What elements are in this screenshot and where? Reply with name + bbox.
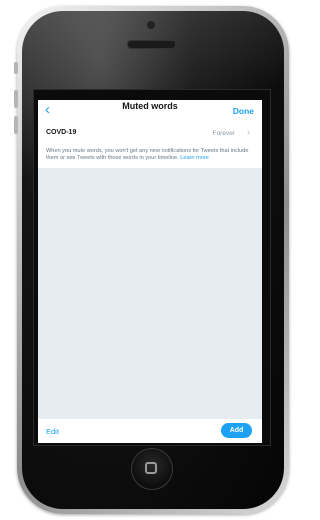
mute-switch	[14, 62, 18, 74]
navigation-bar: ‹ Muted words Done	[38, 100, 262, 122]
add-button[interactable]: Add	[221, 423, 252, 438]
app-screen: ‹ Muted words Done COVD-19 Forever › Whe…	[38, 100, 262, 443]
volume-down-button	[14, 116, 18, 134]
done-button[interactable]: Done	[233, 106, 254, 116]
front-camera	[146, 20, 156, 30]
chevron-right-icon: ›	[247, 127, 250, 137]
bottom-toolbar: Edit Add	[38, 419, 262, 443]
edit-button[interactable]: Edit	[46, 427, 59, 436]
home-button[interactable]	[131, 448, 173, 490]
muted-word-row[interactable]: COVD-19 Forever ›	[38, 122, 262, 148]
volume-up-button	[14, 90, 18, 108]
description-text: When you mute words, you won't get any n…	[46, 148, 249, 161]
muted-word-label: COVD-19	[46, 129, 77, 136]
home-square-icon	[145, 462, 157, 474]
mute-duration: Forever	[212, 130, 235, 137]
learn-more-link[interactable]: Learn more	[180, 155, 209, 161]
page-title: Muted words	[122, 101, 178, 111]
earpiece-speaker	[127, 40, 176, 49]
empty-list-area	[38, 176, 262, 419]
mute-description: When you mute words, you won't get any n…	[38, 148, 262, 168]
